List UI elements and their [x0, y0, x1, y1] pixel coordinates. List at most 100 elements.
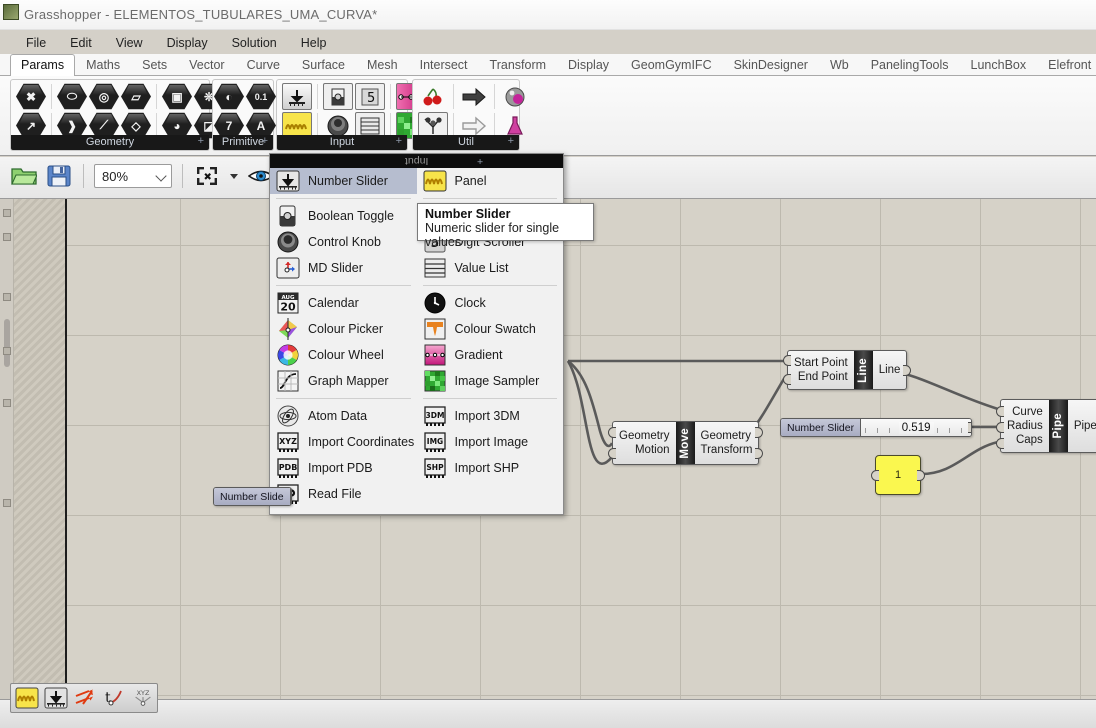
tab-skindesigner[interactable]: SkinDesigner [723, 54, 819, 77]
tab-intersect[interactable]: Intersect [409, 54, 479, 77]
menu-item-colour-picker[interactable]: Colour Picker [270, 316, 417, 342]
zoom-extents-icon[interactable]: ✖ [193, 162, 221, 190]
node-pipe-input-port-caps[interactable] [996, 438, 1004, 449]
popup-header-expand-icon[interactable]: + [477, 154, 483, 168]
node-pipe-input-port-radius[interactable] [996, 422, 1004, 433]
canvas-number-slider[interactable]: Number Slider 0.519 [780, 418, 973, 437]
menu-item-atom-data[interactable]: Atom Data [270, 403, 417, 429]
menu-item-panel[interactable]: Panel [417, 168, 564, 194]
node-line-input-port-start-point[interactable] [783, 355, 791, 366]
svg-text:20: 20 [280, 301, 296, 314]
tab-curve[interactable]: Curve [236, 54, 291, 77]
menu-separator [276, 198, 411, 199]
canvas-number-slider-partial[interactable]: Number Slide [213, 487, 292, 506]
tab-vector[interactable]: Vector [178, 54, 235, 77]
tab-wb[interactable]: Wb [819, 54, 860, 77]
menu-item-import-image[interactable]: IMG Import Image [417, 429, 564, 455]
menu-item-md-slider[interactable]: MD Slider [270, 255, 417, 281]
zoom-level-select[interactable]: 80% [94, 164, 172, 188]
tab-panelingtools[interactable]: PanelingTools [860, 54, 960, 77]
arrow-right-icon[interactable] [459, 83, 489, 110]
menu-item-boolean-toggle[interactable]: Boolean Toggle [270, 203, 417, 229]
menu-item-value-list[interactable]: Value List [417, 255, 564, 281]
circle-icon[interactable]: ⬭ [57, 83, 87, 110]
menu-item-graph-mapper[interactable]: Graph Mapper [270, 368, 417, 394]
util-expand-icon[interactable]: + [508, 134, 514, 149]
node-move-name: Move [675, 422, 695, 464]
primitive-expand-icon[interactable]: + [262, 134, 268, 149]
tab-maths[interactable]: Maths [75, 54, 131, 77]
ribbon-group-geometry-label: Geometry + [11, 135, 209, 150]
zoom-extents-dropdown-arrow-icon[interactable] [228, 162, 240, 190]
chevron-down-icon[interactable] [155, 170, 167, 182]
box-icon[interactable]: ▣ [162, 83, 192, 110]
menu-item-import-coordinates[interactable]: XYZ Import Coordinates [270, 429, 417, 455]
cherries-icon[interactable] [418, 83, 448, 110]
number-slider-icon[interactable] [282, 83, 312, 110]
node-pipe-input-label-caps: Caps [1015, 434, 1043, 446]
number-slider-icon[interactable] [44, 687, 68, 709]
menu-item-import-3dm[interactable]: 3DM Import 3DM [417, 403, 564, 429]
menu-item-clock[interactable]: Clock [417, 290, 564, 316]
menu-item-help[interactable]: Help [289, 34, 339, 52]
bake-icon[interactable] [500, 83, 530, 110]
menu-item-calendar[interactable]: AUG 20 Calendar [270, 290, 417, 316]
node-move-input-port-geometry[interactable] [608, 427, 616, 438]
tab-surface[interactable]: Surface [291, 54, 356, 77]
save-disk-icon[interactable] [45, 162, 73, 190]
open-folder-icon[interactable] [10, 162, 38, 190]
panel-icon [423, 170, 447, 192]
menu-item-solution[interactable]: Solution [220, 34, 289, 52]
tab-lunchbox[interactable]: LunchBox [960, 54, 1038, 77]
node-line-input-label-end-point: End Point [797, 371, 848, 383]
digit-scroller-icon[interactable]: 5 [355, 83, 385, 110]
surface-icon[interactable]: ▱ [121, 83, 151, 110]
node-move-input-port-motion[interactable] [608, 448, 616, 459]
tab-display[interactable]: Display [557, 54, 620, 77]
menu-item-import-shp[interactable]: SHP Import SHP [417, 455, 564, 481]
number-slider-icon [276, 170, 300, 192]
tab-elefront[interactable]: Elefront [1037, 54, 1096, 77]
node-line-input-port-end-point[interactable] [783, 374, 791, 385]
menu-item-colour-swatch[interactable]: Colour Swatch [417, 316, 564, 342]
canvas-panel-input-port[interactable] [871, 470, 879, 481]
node-pipe-input-port-curve[interactable] [996, 406, 1004, 417]
tab-transform[interactable]: Transform [479, 54, 558, 77]
curve-icon[interactable]: ◎ [89, 83, 119, 110]
xyz-point-icon[interactable]: XYZ [131, 687, 155, 709]
menu-item-number-slider[interactable]: Number Slider [270, 168, 417, 194]
menu-item-control-knob[interactable]: Control Knob [270, 229, 417, 255]
menu-item-file[interactable]: File [14, 34, 58, 52]
boolean-icon[interactable]: ◐ [214, 83, 244, 110]
menu-item-gradient[interactable]: Gradient [417, 342, 564, 368]
tab-geomgymifc[interactable]: GeomGymIFC [620, 54, 723, 77]
node-line[interactable]: Start Point End Point Line Line [783, 350, 912, 390]
panel-icon[interactable] [15, 687, 39, 709]
menu-item-colour-wheel[interactable]: Colour Wheel [270, 342, 417, 368]
curve-tangent-icon[interactable]: t [102, 687, 126, 709]
vector-display-icon[interactable] [73, 687, 97, 709]
point-icon[interactable]: ✖ [16, 83, 46, 110]
canvas-number-slider-output-port[interactable] [968, 422, 972, 433]
tab-mesh[interactable]: Mesh [356, 54, 409, 77]
canvas-number-slider-track[interactable]: 0.519 [861, 419, 972, 436]
menu-item-display[interactable]: Display [155, 34, 220, 52]
menu-item-import-coordinates-label: Import Coordinates [308, 435, 415, 449]
node-pipe[interactable]: Curve Radius Caps Pipe Pipe [996, 399, 1096, 453]
geometry-expand-icon[interactable]: + [198, 134, 204, 149]
tab-params[interactable]: Params [10, 54, 76, 77]
canvas-panel[interactable]: 1 [871, 455, 925, 495]
menu-item-view[interactable]: View [104, 34, 155, 52]
menu-item-image-sampler[interactable]: Image Sampler [417, 368, 564, 394]
menu-item-import-pdb[interactable]: PDB Import PDB [270, 455, 417, 481]
node-move[interactable]: Geometry Motion Move Geometry Transform [608, 421, 764, 465]
tab-sets[interactable]: Sets [131, 54, 178, 77]
md-slider-icon [276, 257, 300, 279]
number-icon[interactable]: 0.1 [246, 83, 276, 110]
input-expand-icon[interactable]: + [396, 134, 402, 149]
node-pipe-output-label-pipe: Pipe [1073, 420, 1096, 432]
menu-item-read-file[interactable]: Read File [270, 481, 417, 507]
gradient-icon [423, 344, 447, 366]
boolean-toggle-icon[interactable] [323, 83, 353, 110]
menu-item-edit[interactable]: Edit [58, 34, 104, 52]
